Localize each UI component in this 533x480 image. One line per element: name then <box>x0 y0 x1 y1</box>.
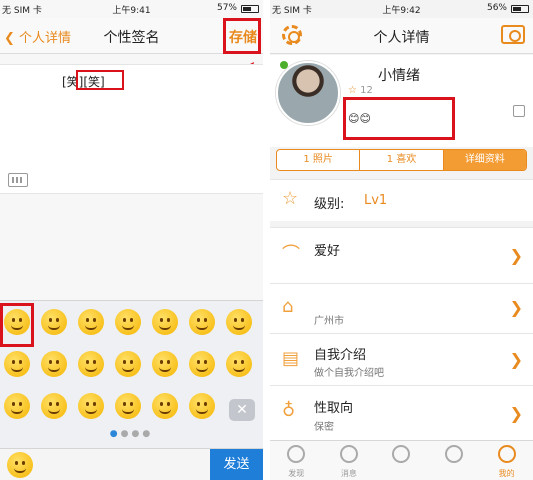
emoji-scream[interactable] <box>189 393 215 419</box>
signature-highlight-box <box>76 70 124 90</box>
tabbar-discover[interactable]: 发现 <box>270 441 323 480</box>
emoji-panel: ✕ ●●●● <box>0 300 263 448</box>
emoji-relieved[interactable] <box>189 309 215 335</box>
level-value: Lv1 <box>364 193 388 208</box>
nav-bar: 个人详情 <box>270 18 533 54</box>
star-count: ☆ 12 <box>348 85 373 96</box>
people-icon <box>445 445 464 463</box>
signature-edit-screen: 无 SIM 卡 上午9:41 57% ❮ 个人详情 个性签名 存储 [笑][笑] <box>0 0 263 480</box>
bottom-tab-bar: 发现 消息 我的 <box>270 440 533 480</box>
lightbulb-icon: ♁ <box>282 400 296 421</box>
profile-detail-screen: 无 SIM 卡 上午9:42 56% 个人详情 小情绪 ☆ 12 😊😊 1 照片… <box>270 0 533 480</box>
intro-label: 自我介绍 <box>314 348 367 363</box>
tabbar-item-3[interactable] <box>375 441 428 480</box>
profile-tabs: 1 照片 1 喜欢 详细资料 <box>276 149 527 171</box>
camera-icon[interactable] <box>501 25 525 44</box>
input-toolbar: 发送 <box>0 448 263 480</box>
emoji-grimace[interactable] <box>115 309 141 335</box>
emoji-sweat[interactable] <box>152 393 178 419</box>
emoji-disappointed[interactable] <box>226 351 252 377</box>
emoji-heart-eyes[interactable] <box>78 351 104 377</box>
emoji-row <box>0 351 263 387</box>
home-icon: ⌂ <box>282 296 294 317</box>
emoji-dizzy[interactable] <box>41 393 67 419</box>
emoji-flushed[interactable] <box>152 351 178 377</box>
orientation-label: 性取向 <box>314 401 354 416</box>
profile-card: 小情绪 ☆ 12 😊😊 <box>270 55 533 147</box>
chevron-right-icon: ❯ <box>509 246 523 265</box>
compass-icon <box>287 445 306 463</box>
emoji-grin[interactable] <box>41 309 67 335</box>
star-count-value: 12 <box>360 85 373 96</box>
emoji-toggle-icon[interactable] <box>7 452 33 478</box>
tabbar-label: 我的 <box>498 469 515 478</box>
tab-likes[interactable]: 1 喜欢 <box>360 150 444 170</box>
signature-input[interactable]: [笑][笑] <box>0 64 263 194</box>
heart-icon <box>392 445 411 463</box>
tabbar-label: 发现 <box>288 469 305 478</box>
emoji-neutral[interactable] <box>226 309 252 335</box>
emoji-angry[interactable] <box>4 393 30 419</box>
page-title: 个人详情 <box>373 30 430 46</box>
emoji-wink[interactable] <box>152 309 178 335</box>
status-bar: 无 SIM 卡 上午9:42 56% <box>270 0 533 18</box>
online-status-dot <box>280 61 288 69</box>
chevron-right-icon: ❯ <box>509 350 523 369</box>
emoji-wink-smile[interactable] <box>41 351 67 377</box>
tabbar-item-4[interactable] <box>428 441 481 480</box>
level-label: 级别: <box>314 197 345 212</box>
emoji-kiss[interactable] <box>115 351 141 377</box>
orientation-row[interactable]: ♁ 性取向 保密 ❯ <box>270 385 533 440</box>
chat-bubble-icon <box>339 445 358 463</box>
battery-icon <box>241 5 259 13</box>
emoji-tongue[interactable] <box>78 309 104 335</box>
battery-percent: 57% <box>216 3 237 13</box>
keyboard-icon[interactable] <box>8 173 28 187</box>
intro-row[interactable]: ▤ 自我介绍 做个自我介绍吧 ❯ <box>270 333 533 385</box>
tabbar-label: 消息 <box>340 469 357 478</box>
tab-photos[interactable]: 1 照片 <box>277 150 361 170</box>
tabbar-messages[interactable]: 消息 <box>323 441 376 480</box>
nickname: 小情绪 <box>378 68 420 84</box>
status-bar: 无 SIM 卡 上午9:41 57% <box>0 0 263 18</box>
send-button[interactable]: 发送 <box>210 449 263 480</box>
emoji-sad[interactable] <box>189 351 215 377</box>
location-row[interactable]: ⌂ 广州市 ❯ <box>270 283 533 333</box>
page-indicator[interactable]: ●●●● <box>0 429 263 439</box>
emoji-row: ✕ <box>0 393 263 429</box>
emoji-highlight-box <box>0 303 34 347</box>
intro-hint: 做个自我介绍吧 <box>314 368 384 379</box>
emoji-mask[interactable] <box>78 393 104 419</box>
emoji-smirk[interactable] <box>4 351 30 377</box>
signature-highlight-box <box>343 97 455 140</box>
emoji-astonished[interactable] <box>115 393 141 419</box>
chevron-right-icon: ❯ <box>509 298 523 317</box>
tabbar-me[interactable]: 我的 <box>480 441 533 480</box>
level-row: ☆ 级别: Lv1 <box>270 179 533 221</box>
location-value: 广州市 <box>314 316 344 327</box>
id-card-icon: ▤ <box>282 348 300 369</box>
hobby-row[interactable]: ⌒ 爱好 ❯ <box>270 227 533 283</box>
tab-details[interactable]: 详细资料 <box>443 150 526 170</box>
divider <box>263 0 270 480</box>
emoji-row <box>0 309 263 345</box>
backspace-icon[interactable]: ✕ <box>229 399 255 421</box>
hobby-label: 爱好 <box>314 244 341 259</box>
user-icon <box>497 445 516 463</box>
hobby-icon: ⌒ <box>282 244 300 265</box>
save-highlight-box <box>223 18 261 54</box>
star-icon: ☆ <box>282 188 299 209</box>
battery-percent: 56% <box>486 3 507 13</box>
battery-icon <box>511 5 529 13</box>
edit-icon[interactable] <box>513 105 525 117</box>
orientation-value: 保密 <box>314 422 334 433</box>
chevron-right-icon: ❯ <box>509 404 523 423</box>
avatar[interactable] <box>276 61 340 125</box>
